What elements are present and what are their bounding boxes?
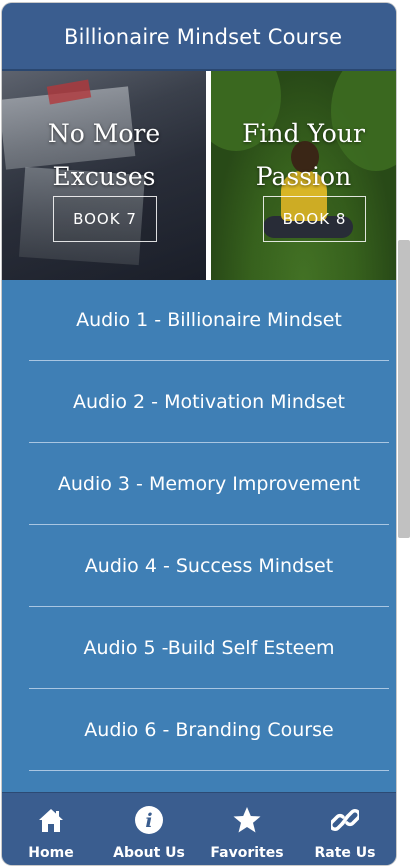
audio-item-3[interactable]: Audio 3 - Memory Improvement: [29, 444, 389, 525]
book-title-line: Excuses: [52, 162, 156, 191]
audio-list: Audio 1 - Billionaire Mindset Audio 2 - …: [2, 280, 396, 792]
book-8-button[interactable]: BOOK 8: [263, 196, 366, 242]
svg-text:i: i: [145, 810, 152, 832]
nav-label: Favorites: [210, 845, 284, 861]
nav-label: Home: [28, 845, 74, 861]
scrollbar-thumb[interactable]: [398, 240, 410, 538]
book-title-line: Passion: [255, 162, 352, 191]
book-title: Find Your Passion: [211, 112, 396, 198]
app-frame: Billionaire Mindset Course No More Excus…: [2, 3, 396, 865]
nav-favorites[interactable]: Favorites: [198, 793, 296, 865]
app-header: Billionaire Mindset Course: [2, 3, 396, 71]
audio-item-2[interactable]: Audio 2 - Motivation Mindset: [29, 362, 389, 443]
nav-label: About Us: [113, 845, 185, 861]
audio-item-5[interactable]: Audio 5 -Build Self Esteem: [29, 608, 389, 689]
star-icon: [198, 805, 296, 835]
link-icon: [296, 805, 394, 835]
book-title: No More Excuses: [2, 112, 206, 198]
book-carousel: No More Excuses BOOK 7 Find Your Passion…: [2, 71, 396, 280]
home-icon: [2, 805, 100, 835]
nav-home[interactable]: Home: [2, 793, 100, 865]
book-card-7[interactable]: No More Excuses BOOK 7: [2, 71, 206, 280]
book-7-button[interactable]: BOOK 7: [53, 196, 157, 242]
audio-item-6[interactable]: Audio 6 - Branding Course: [29, 690, 389, 771]
nav-rate-us[interactable]: Rate Us: [296, 793, 394, 865]
info-icon: i: [100, 805, 198, 835]
book-card-8[interactable]: Find Your Passion BOOK 8: [211, 71, 396, 280]
bottom-nav: Home i About Us Favorites Rate Us: [2, 792, 396, 865]
audio-item-4[interactable]: Audio 4 - Success Mindset: [29, 526, 389, 607]
page-title: Billionaire Mindset Course: [64, 25, 343, 49]
nav-about-us[interactable]: i About Us: [100, 793, 198, 865]
audio-item-1[interactable]: Audio 1 - Billionaire Mindset: [29, 280, 389, 361]
book-title-line: Find Your: [242, 119, 365, 148]
nav-label: Rate Us: [314, 845, 376, 861]
book-title-line: No More: [47, 119, 161, 148]
